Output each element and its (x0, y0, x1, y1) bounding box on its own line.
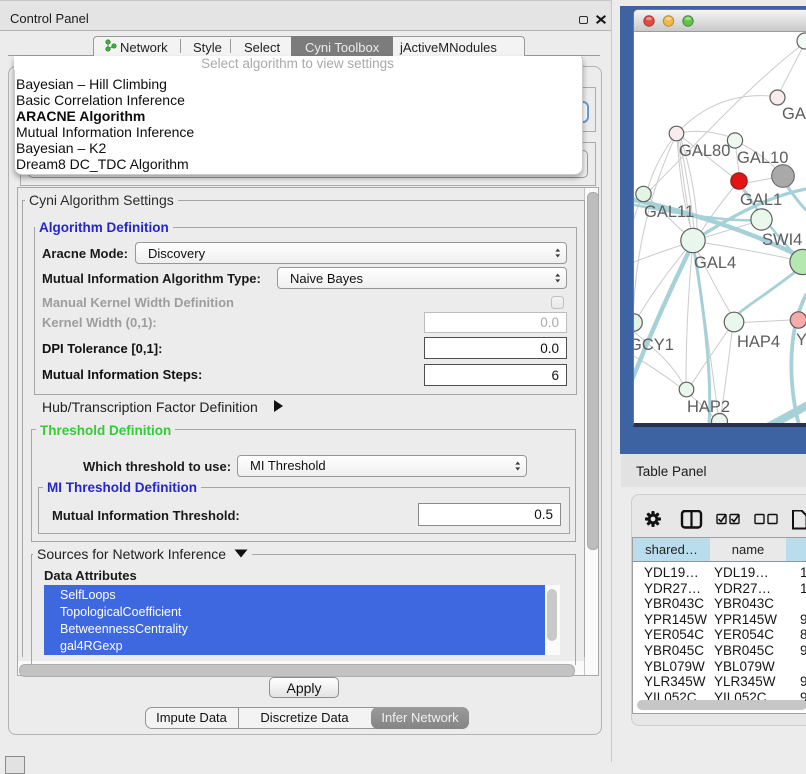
svg-text:GAL7: GAL7 (782, 105, 806, 123)
svg-text:SWI4: SWI4 (762, 231, 802, 249)
svg-text:GAL10: GAL10 (737, 149, 788, 167)
svg-text:GAL80: GAL80 (679, 142, 730, 160)
svg-text:HAP4: HAP4 (737, 333, 780, 351)
svg-text:GAL11: GAL11 (644, 203, 694, 221)
svg-text:HAP2: HAP2 (687, 398, 730, 416)
svg-text:GAL4: GAL4 (694, 254, 736, 272)
svg-text:GCY1: GCY1 (634, 336, 674, 354)
svg-text:GAL1: GAL1 (740, 191, 782, 209)
svg-text:Y: Y (796, 331, 806, 349)
